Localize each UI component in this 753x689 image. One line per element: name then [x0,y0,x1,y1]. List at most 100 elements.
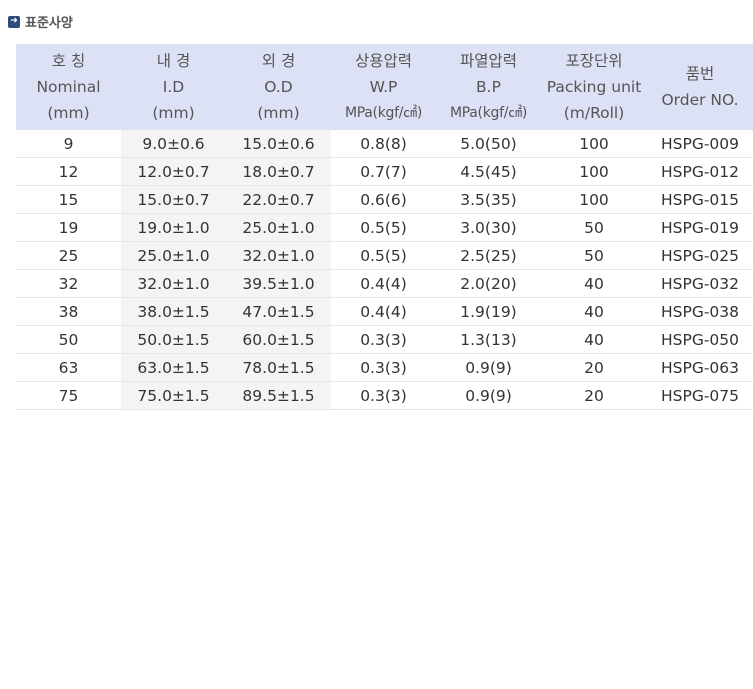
table-row: 63 63.0±1.5 78.0±1.5 0.3(3) 0.9(9) 20 HSPG-063 [16,353,753,382]
cell-working-pressure: 0.8(8) [331,130,436,158]
cell-order-number: HSPG-038 [647,297,753,326]
cell-nominal: 19 [16,213,121,242]
header-id-en: I.D [162,78,185,96]
cell-outer-diameter: 18.0±0.7 [226,157,331,186]
cell-working-pressure: 0.4(4) [331,297,436,326]
cell-outer-diameter: 60.0±1.5 [226,325,331,354]
header-row: 호 칭 Nominal (mm) 내 경 I.D (mm) 외 경 O.D (m… [16,44,753,130]
header-wp-ko: 상용압력 [354,52,413,70]
table-row: 9 9.0±0.6 15.0±0.6 0.8(8) 5.0(50) 100 HSPG-009 [16,130,753,158]
cell-outer-diameter: 32.0±1.0 [226,241,331,270]
cell-nominal: 15 [16,185,121,214]
cell-burst-pressure: 0.9(9) [436,381,541,410]
cell-packing-unit: 100 [541,130,647,158]
cell-inner-diameter: 50.0±1.5 [121,325,226,354]
cell-order-number: HSPG-032 [647,269,753,298]
cell-order-number: HSPG-012 [647,157,753,186]
header-bp-ko: 파열압력 [459,52,518,70]
cell-order-number: HSPG-009 [647,130,753,158]
cell-outer-diameter: 89.5±1.5 [226,381,331,410]
cell-burst-pressure: 1.9(19) [436,297,541,326]
cell-packing-unit: 40 [541,297,647,326]
table-row: 32 32.0±1.0 39.5±1.0 0.4(4) 2.0(20) 40 HSPG-03… [16,269,753,298]
header-od-unit: (mm) [257,104,300,122]
header-nominal-unit: (mm) [47,104,90,122]
section-heading: ➜ 표준사양 [8,12,73,31]
cell-outer-diameter: 39.5±1.0 [226,269,331,298]
cell-outer-diameter: 22.0±0.7 [226,185,331,214]
header-nominal-en: Nominal [36,78,101,96]
header-nominal: 호 칭 Nominal (mm) [16,44,121,130]
table-row: 19 19.0±1.0 25.0±1.0 0.5(5) 3.0(30) 50 HSPG-01… [16,213,753,242]
cell-inner-diameter: 63.0±1.5 [121,353,226,382]
cell-order-number: HSPG-050 [647,325,753,354]
cell-working-pressure: 0.7(7) [331,157,436,186]
arrow-right-box-icon: ➜ [8,15,20,28]
spec-table-body: 9 9.0±0.6 15.0±0.6 0.8(8) 5.0(50) 100 HSPG-009… [16,130,753,410]
cell-inner-diameter: 32.0±1.0 [121,269,226,298]
table-row: 50 50.0±1.5 60.0±1.5 0.3(3) 1.3(13) 40 HSPG-05… [16,325,753,354]
cell-nominal: 75 [16,381,121,410]
cell-burst-pressure: 1.3(13) [436,325,541,354]
cell-inner-diameter: 19.0±1.0 [121,213,226,242]
table-row: 75 75.0±1.5 89.5±1.5 0.3(3) 0.9(9) 20 HSPG-075 [16,381,753,410]
cell-outer-diameter: 15.0±0.6 [226,130,331,158]
header-order-number: 품번 Order NO. [647,44,753,130]
header-working-pressure: 상용압력 W.P MPa(kgf/㎠) [331,44,436,130]
cell-order-number: HSPG-063 [647,353,753,382]
cell-inner-diameter: 38.0±1.5 [121,297,226,326]
cell-inner-diameter: 15.0±0.7 [121,185,226,214]
header-id-ko: 내 경 [156,52,191,70]
cell-nominal: 12 [16,157,121,186]
cell-packing-unit: 100 [541,157,647,186]
cell-burst-pressure: 2.0(20) [436,269,541,298]
header-outer-diameter: 외 경 O.D (mm) [226,44,331,130]
cell-packing-unit: 20 [541,353,647,382]
cell-packing-unit: 50 [541,213,647,242]
header-burst-pressure: 파열압력 B.P MPa(kgf/㎠) [436,44,541,130]
cell-outer-diameter: 25.0±1.0 [226,213,331,242]
header-od-ko: 외 경 [261,52,296,70]
cell-inner-diameter: 25.0±1.0 [121,241,226,270]
header-bp-unit: MPa(kgf/㎠) [449,105,528,121]
header-packing-unit: 포장단위 Packing unit (m/Roll) [541,44,647,130]
cell-outer-diameter: 47.0±1.5 [226,297,331,326]
cell-working-pressure: 0.5(5) [331,213,436,242]
cell-packing-unit: 40 [541,269,647,298]
header-wp-en: W.P [369,78,398,96]
cell-working-pressure: 0.3(3) [331,353,436,382]
cell-order-number: HSPG-075 [647,381,753,410]
cell-burst-pressure: 0.9(9) [436,353,541,382]
header-order-ko: 품번 [685,65,715,83]
cell-nominal: 25 [16,241,121,270]
header-od-en: O.D [264,78,293,96]
spec-table-header: 호 칭 Nominal (mm) 내 경 I.D (mm) 외 경 O.D (m… [16,44,753,130]
cell-burst-pressure: 2.5(25) [436,241,541,270]
header-bp-en: B.P [476,78,501,96]
header-id-unit: (mm) [152,104,195,122]
cell-order-number: HSPG-019 [647,213,753,242]
cell-working-pressure: 0.4(4) [331,269,436,298]
header-packing-ko: 포장단위 [565,52,623,70]
header-packing-en: Packing unit [546,78,642,96]
cell-packing-unit: 50 [541,241,647,270]
header-wp-unit: MPa(kgf/㎠) [344,105,423,121]
cell-nominal: 38 [16,297,121,326]
cell-inner-diameter: 9.0±0.6 [121,130,226,158]
section-title-text: 표준사양 [25,16,73,31]
spec-table: 호 칭 Nominal (mm) 내 경 I.D (mm) 외 경 O.D (m… [16,44,753,410]
cell-nominal: 50 [16,325,121,354]
cell-nominal: 63 [16,353,121,382]
header-inner-diameter: 내 경 I.D (mm) [121,44,226,130]
cell-nominal: 9 [16,130,121,158]
cell-burst-pressure: 5.0(50) [436,130,541,158]
cell-inner-diameter: 12.0±0.7 [121,157,226,186]
cell-burst-pressure: 3.5(35) [436,185,541,214]
table-row: 12 12.0±0.7 18.0±0.7 0.7(7) 4.5(45) 100 HSPG-0… [16,157,753,186]
cell-packing-unit: 40 [541,325,647,354]
cell-working-pressure: 0.3(3) [331,325,436,354]
header-nominal-ko: 호 칭 [51,52,86,70]
cell-inner-diameter: 75.0±1.5 [121,381,226,410]
cell-order-number: HSPG-025 [647,241,753,270]
cell-burst-pressure: 4.5(45) [436,157,541,186]
